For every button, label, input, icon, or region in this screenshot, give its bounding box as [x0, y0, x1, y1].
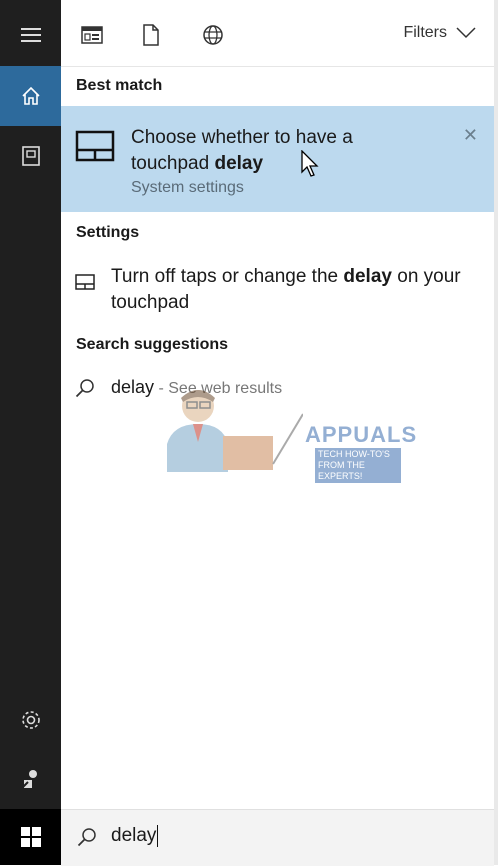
notebook-button[interactable]	[0, 126, 61, 186]
notebook-icon	[21, 146, 40, 166]
web-filter-button[interactable]	[200, 22, 226, 48]
document-icon	[143, 24, 159, 46]
watermark-tagline: TECH HOW-TO'S FROM THE EXPERTS!	[315, 448, 401, 483]
search-input[interactable]: delay	[111, 825, 159, 847]
menu-icon	[20, 28, 41, 42]
search-icon	[77, 827, 97, 852]
best-match-subtitle: System settings	[131, 179, 244, 196]
settings-heading: Settings	[76, 224, 140, 241]
best-match-result[interactable]: Choose whether to have a touchpad delay …	[61, 106, 494, 212]
search-box[interactable]: delay	[61, 809, 494, 866]
text-caret	[157, 825, 159, 847]
close-icon[interactable]: ✕	[463, 125, 478, 146]
settings-gear-icon	[21, 711, 40, 729]
apps-icon	[81, 26, 103, 44]
search-icon	[75, 378, 95, 403]
watermark-brand: APPUALS	[305, 422, 418, 447]
feedback-button[interactable]	[0, 749, 61, 809]
filters-label: Filters	[403, 24, 447, 41]
touchpad-small-icon	[75, 274, 95, 295]
start-button[interactable]	[0, 809, 61, 865]
window-edge	[494, 0, 498, 865]
hamburger-menu-button[interactable]	[0, 5, 61, 65]
apps-filter-button[interactable]	[79, 22, 105, 48]
web-globe-icon	[203, 25, 223, 45]
appuals-watermark: APPUALS TECH HOW-TO'S FROM THE EXPERTS!	[153, 384, 416, 483]
chevron-down-icon	[456, 27, 476, 39]
home-icon	[21, 86, 40, 105]
touchpad-icon	[75, 130, 115, 167]
settings-result-text: Turn off taps or change the delay on you…	[111, 266, 461, 313]
search-suggestions-heading: Search suggestions	[76, 336, 229, 353]
settings-result[interactable]: Turn off taps or change the delay on you…	[61, 264, 494, 316]
filter-toolbar: Filters	[61, 0, 494, 67]
best-match-title: Choose whether to have a touchpad delay	[131, 127, 353, 174]
home-button[interactable]	[0, 66, 61, 126]
windows-start-icon	[20, 827, 41, 847]
settings-button[interactable]	[0, 690, 61, 750]
feedback-icon	[20, 770, 37, 789]
mouse-cursor-icon	[301, 149, 319, 183]
documents-filter-button[interactable]	[138, 22, 164, 48]
mascot-logo	[167, 390, 304, 472]
search-input-value: delay	[111, 825, 157, 846]
best-match-title-highlight: delay	[214, 153, 264, 174]
filters-dropdown[interactable]: Filters	[403, 24, 476, 42]
left-rail	[0, 0, 61, 865]
best-match-heading: Best match	[76, 77, 163, 94]
search-results-panel: Filters Best match Choose whether to hav…	[61, 0, 494, 866]
